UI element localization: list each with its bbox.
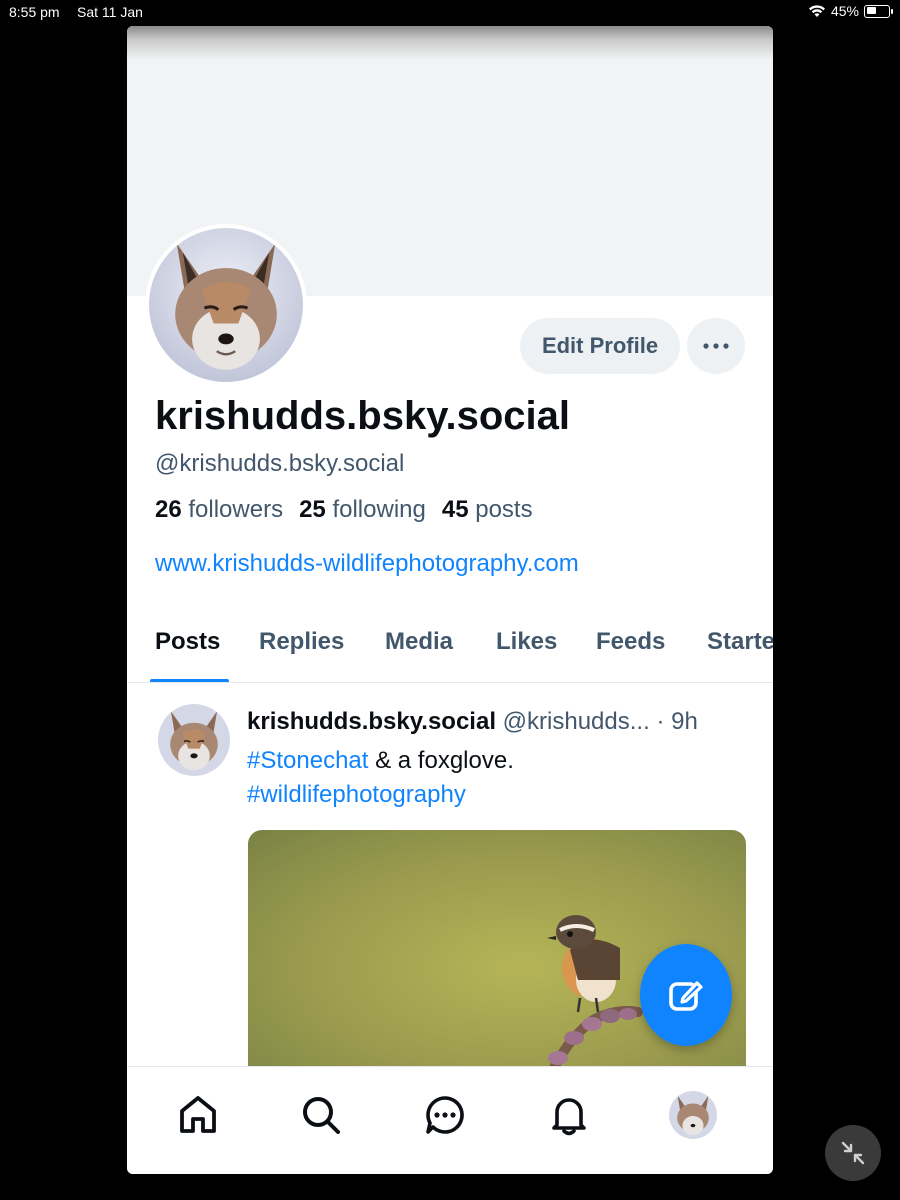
compose-icon: [669, 981, 703, 1011]
hashtag-link[interactable]: #Stonechat: [247, 747, 368, 774]
post-timestamp[interactable]: 9h: [671, 708, 698, 735]
post-body-text: & a foxglove.: [368, 747, 514, 774]
tab-likes[interactable]: Likes: [496, 628, 557, 656]
status-indicators: 45%: [808, 3, 893, 19]
post-text: #Stonechat & a foxglove. #wildlifephotog…: [247, 744, 514, 812]
battery-level: [866, 7, 876, 14]
status-bar: 8:55 pm Sat 11 Jan 45%: [0, 0, 900, 24]
profile-website-link[interactable]: www.krishudds-wildlifephotography.com: [155, 550, 579, 578]
active-tab-indicator: [150, 679, 229, 682]
wifi-icon: [808, 5, 825, 17]
posts-stat: 45 posts: [442, 496, 533, 524]
post-header: krishudds.bsky.social @krishudds... · 9h: [247, 708, 698, 736]
battery-percent: 45%: [830, 3, 859, 19]
following-count: 25: [299, 496, 326, 523]
nav-chat[interactable]: [417, 1087, 473, 1143]
posts-count: 45: [441, 496, 469, 523]
edit-profile-button[interactable]: Edit Profile: [520, 318, 680, 374]
tab-posts[interactable]: Posts: [155, 628, 220, 656]
profile-display-name: krishudds.bsky.social: [155, 394, 570, 438]
tab-starter-packs[interactable]: Starter Packs: [707, 628, 773, 656]
tab-feeds[interactable]: Feeds: [596, 628, 665, 656]
status-time: 8:55 pm: [9, 4, 60, 20]
more-options-button[interactable]: [687, 318, 745, 374]
followers-stat[interactable]: 26 followers: [155, 496, 283, 524]
bottom-navigation: [127, 1066, 773, 1174]
minimize-icon: [841, 1141, 865, 1165]
profile-stats: 26 followers 25 following 45 posts: [155, 496, 533, 524]
tab-replies[interactable]: Replies: [259, 628, 344, 656]
ellipsis-icon: [703, 343, 729, 349]
profile-tabs: Posts Replies Media Likes Feeds Starter …: [127, 616, 773, 683]
fox-avatar-image: [158, 704, 230, 776]
chat-icon: [426, 1096, 464, 1134]
post-author-avatar[interactable]: [158, 704, 230, 776]
bluesky-app-window: Edit Profile krishudds.bsky.social @kris…: [127, 26, 773, 1174]
compose-post-button[interactable]: [640, 944, 732, 1046]
nav-profile-avatar[interactable]: [669, 1091, 717, 1139]
status-date: Sat 11 Jan: [77, 4, 143, 20]
profile-avatar[interactable]: [145, 224, 307, 386]
followers-count: 26: [155, 496, 182, 523]
post-author-handle[interactable]: @krishudds...: [503, 708, 650, 735]
post-separator: ·: [656, 708, 665, 735]
bell-icon: [552, 1098, 586, 1136]
nav-home[interactable]: [170, 1087, 226, 1143]
posts-label: posts: [475, 496, 533, 523]
nav-notifications[interactable]: [541, 1087, 597, 1143]
profile-handle: @krishudds.bsky.social: [155, 450, 405, 477]
minimize-window-button[interactable]: [825, 1125, 881, 1181]
following-stat[interactable]: 25 following: [299, 496, 426, 524]
hashtag-link[interactable]: #wildlifephotography: [247, 781, 466, 808]
nav-search[interactable]: [293, 1087, 349, 1143]
tab-media[interactable]: Media: [385, 628, 453, 656]
search-icon: [303, 1097, 340, 1134]
battery-icon: [864, 4, 893, 18]
post-author-name[interactable]: krishudds.bsky.social: [247, 708, 496, 735]
followers-label: followers: [188, 496, 284, 523]
following-label: following: [332, 496, 426, 523]
home-icon: [180, 1096, 216, 1133]
fox-avatar-image: [669, 1091, 717, 1139]
fox-avatar-image: [149, 228, 303, 382]
